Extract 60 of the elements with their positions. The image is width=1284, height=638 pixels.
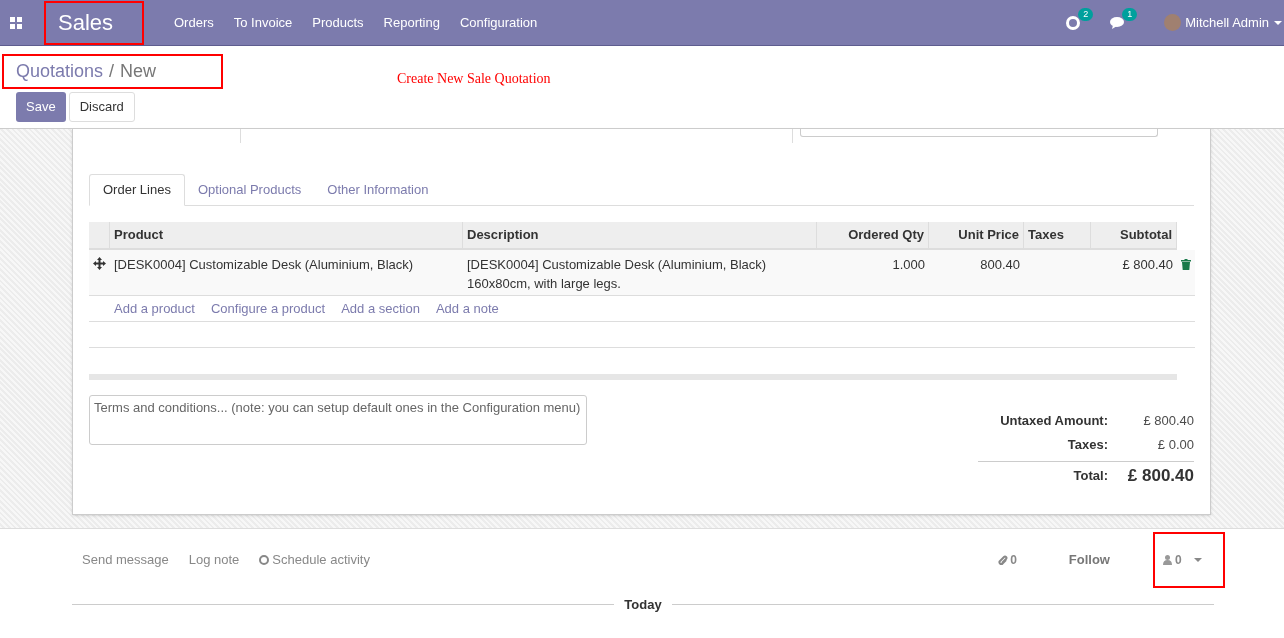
caret-icon bbox=[1274, 20, 1282, 25]
breadcrumb-current: New bbox=[120, 60, 157, 83]
column-header[interactable]: Taxes bbox=[1024, 222, 1091, 248]
menu-item[interactable]: To Invoice bbox=[223, 12, 303, 33]
breadcrumb-link[interactable]: Quotations bbox=[16, 58, 104, 85]
discard-button[interactable]: Discard bbox=[68, 92, 135, 122]
avatar-placeholder bbox=[1164, 14, 1182, 31]
column-header[interactable]: Product bbox=[110, 222, 463, 248]
column-header[interactable]: Subtotal bbox=[1091, 222, 1177, 248]
total-value: £ 800.40 bbox=[1142, 412, 1194, 431]
person-icon bbox=[1163, 555, 1172, 565]
follow-button[interactable]: Follow bbox=[1068, 550, 1110, 570]
menu-item[interactable]: Orders bbox=[164, 12, 224, 33]
table-row[interactable]: [DESK0004] Customizable Desk (Aluminium, Black) [DESK0004] Customizable Desk (Aluminium, Black) 160x80cm, with large legs. 1.000 800.40 £ 800.40 bbox=[89, 250, 1195, 296]
column-header[interactable]: Ordered Qty bbox=[817, 222, 929, 248]
trash-icon[interactable] bbox=[1181, 259, 1191, 270]
terms-field[interactable]: Terms and conditions... (note: you can setup default ones in the Configuration menu) bbox=[89, 395, 587, 445]
date-separator: Today bbox=[623, 596, 663, 614]
activity-count-badge: 2 bbox=[1078, 7, 1094, 21]
tab[interactable]: Other Information bbox=[314, 174, 442, 205]
caret-icon bbox=[1193, 558, 1202, 562]
table-cell-text: [DESK0004] Customizable Desk (Aluminium, Black) 160x80cm, with large legs. bbox=[466, 256, 768, 293]
add-line-link[interactable]: Add a product bbox=[110, 298, 199, 319]
chatter-action[interactable]: Schedule activity bbox=[259, 550, 370, 570]
paperclip-icon bbox=[998, 554, 1009, 566]
table-cell-text: 1.000 bbox=[891, 256, 926, 274]
follower-count: 0 bbox=[1175, 552, 1182, 569]
clock-icon bbox=[259, 555, 270, 565]
tab[interactable]: Optional Products bbox=[184, 174, 315, 205]
add-line-link[interactable]: Configure a product bbox=[206, 298, 330, 319]
message-count-badge: 1 bbox=[1122, 7, 1138, 21]
table-cell-text: 800.40 bbox=[979, 256, 1021, 274]
tab[interactable]: Order Lines bbox=[89, 174, 185, 206]
chat-icon[interactable] bbox=[1110, 15, 1127, 30]
total-label: Total: bbox=[1073, 466, 1108, 485]
menu-item[interactable]: Configuration bbox=[449, 12, 548, 33]
chatter-action[interactable]: Log note bbox=[188, 550, 240, 570]
input-field[interactable] bbox=[800, 129, 1158, 137]
total-value: £ 800.40 bbox=[1126, 464, 1194, 487]
app-title: Sales bbox=[46, 2, 142, 43]
apps-menu-icon[interactable] bbox=[10, 16, 22, 29]
add-line-link[interactable]: Add a section bbox=[337, 298, 424, 319]
attachment-count[interactable]: 0 bbox=[998, 551, 1017, 569]
total-label: Untaxed Amount: bbox=[1000, 412, 1108, 431]
drag-handle-icon[interactable] bbox=[93, 257, 106, 270]
add-line-link[interactable]: Add a note bbox=[431, 298, 503, 319]
column-header[interactable]: Description bbox=[463, 222, 817, 248]
menu-item[interactable]: Products bbox=[302, 12, 374, 33]
breadcrumb-separator: / bbox=[109, 60, 115, 83]
total-value: £ 0.00 bbox=[1156, 436, 1194, 455]
annotation-text: Create New Sale Quotation bbox=[397, 70, 551, 88]
total-label: Taxes: bbox=[1067, 436, 1108, 455]
chatter-action[interactable]: Send message bbox=[82, 550, 169, 570]
table-cell-text: £ 800.40 bbox=[1121, 256, 1174, 274]
table-cell-text: [DESK0004] Customizable Desk (Aluminium, Black) bbox=[113, 256, 415, 274]
followers-dropdown[interactable]: 0 bbox=[1155, 534, 1223, 586]
user-menu[interactable]: Mitchell Admin bbox=[1185, 12, 1269, 33]
save-button[interactable]: Save bbox=[16, 92, 66, 122]
column-header[interactable]: Unit Price bbox=[929, 222, 1024, 248]
menu-item[interactable]: Reporting bbox=[373, 12, 450, 33]
